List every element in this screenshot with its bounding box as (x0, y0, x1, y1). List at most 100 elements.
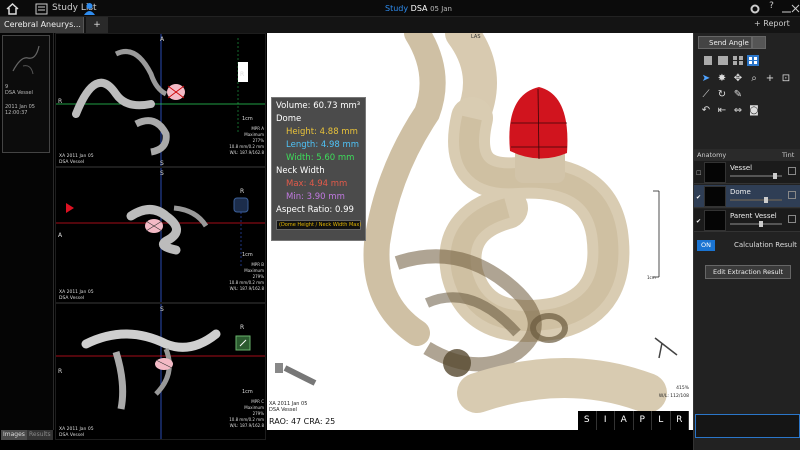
layout-grid-icon[interactable] (747, 55, 759, 66)
crop-icon[interactable]: ⊡ (780, 73, 792, 85)
mpr-c-scale: 1cm (242, 389, 253, 395)
mpr-a-wl: W/L: 187.9/162.8 (229, 150, 264, 155)
edit-extraction-button[interactable]: Edit Extraction Result (705, 265, 791, 279)
help-icon[interactable]: ? (764, 1, 779, 16)
mpr-view-b[interactable]: S A R 1cm MPR B Maximum 279% 10.8 mm/0.2… (55, 167, 266, 303)
settings-icon[interactable] (748, 1, 763, 16)
reset-icon[interactable]: ⇤ (716, 105, 728, 117)
measurement-panel[interactable]: Volume: 60.73 mm³ Dome Height: 4.88 mm L… (271, 97, 366, 241)
study-list-icon[interactable] (34, 1, 49, 16)
mpr-a-study-series: DSA Vessel (59, 159, 85, 165)
parent-vessel-visibility-checkbox[interactable]: ✔ (696, 218, 701, 225)
scale-label: 1cm (647, 275, 656, 280)
rotate-icon[interactable]: ↻ (716, 89, 728, 101)
mpr-a-info: MPR A Maximum 277% 10.8 mm/0.2 mm W/L: 1… (224, 126, 264, 156)
vessel-tint-swatch[interactable] (788, 167, 796, 175)
volume-row: Volume: 60.73 mm³ (276, 101, 361, 114)
crosshair-icon[interactable]: + (764, 73, 776, 85)
anatomy-header: Anatomy Tint (694, 149, 800, 161)
orientation-buttons: S I A P L R (578, 411, 689, 430)
volume-render-view[interactable]: LAS 1cm Volume: 60.73 mm³ Dome Height: 4… (267, 33, 693, 430)
dome-visibility-checkbox[interactable]: ✔ (696, 194, 701, 201)
view3d-study-info: XA 2011 Jan 05 DSA Vessel (269, 401, 307, 413)
study-title: Study DSA 05 Jan (385, 4, 452, 13)
mpr-b-study: XA 2011 Jan 05 DSA Vessel (59, 290, 94, 301)
height-label: Height: (286, 127, 317, 137)
neck-min-label: Min: (286, 192, 304, 202)
measure-icon[interactable]: ⟋ (700, 89, 712, 101)
anatomy-item-vessel[interactable]: ☐ Vessel (694, 161, 800, 184)
orient-r-button[interactable]: R (671, 411, 689, 430)
mpr-c-left-label: R (58, 368, 63, 375)
undo-icon[interactable]: ↶ (700, 105, 712, 117)
report-button[interactable]: + Report (754, 19, 790, 28)
snapshot-icon[interactable]: ◙ (748, 105, 760, 117)
series-thumbnail[interactable]: 9 DSA Vessel 2011 Jan 05 12:00:37 (2, 35, 50, 153)
orient-i-button[interactable]: I (597, 411, 615, 430)
neck-min-row: Min: 3.90 mm (276, 192, 361, 205)
vessel-visibility-checkbox[interactable]: ☐ (696, 170, 701, 177)
anatomy-item-dome[interactable]: ✔ Dome (694, 185, 800, 208)
camera-angle-icon[interactable] (752, 36, 766, 49)
layout-1x1-icon[interactable] (717, 55, 729, 66)
calculation-toggle[interactable]: ON (697, 240, 715, 251)
flip-icon[interactable]: ⇔ (732, 105, 744, 117)
parent-vessel-opacity-knob[interactable] (758, 221, 763, 227)
window-level-icon[interactable]: ✸ (716, 73, 728, 85)
mpr-b-scale: 1cm (242, 252, 253, 258)
view3d-info: 415% W/L: 112/108 (635, 385, 689, 401)
anatomy-item-parent-vessel[interactable]: ✔ Parent Vessel (694, 209, 800, 232)
parent-vessel-tint-swatch[interactable] (788, 215, 796, 223)
study-name: DSA (410, 4, 428, 13)
mpr-b-right-label: R (240, 188, 245, 195)
close-icon[interactable] (789, 1, 800, 16)
send-angle-button[interactable]: Send Angle (698, 36, 752, 49)
dome-opacity-slider[interactable] (730, 199, 782, 201)
tab-results[interactable]: Results (27, 430, 53, 440)
mpr-b-wl: W/L: 187.9/162.8 (229, 286, 264, 291)
mpr-view-a[interactable]: A R S R 1cm MPR A Maximum 277% 10.8 mm/0… (55, 33, 266, 167)
new-tab-button[interactable]: + (86, 17, 108, 33)
parent-vessel-name: Parent Vessel (730, 212, 777, 220)
series-thumbnail-column: 9 DSA Vessel 2011 Jan 05 12:00:37 (0, 33, 54, 430)
orient-a-button[interactable]: A (615, 411, 634, 430)
dome-tint-swatch[interactable] (788, 191, 796, 199)
width-value: 5.60 mm (316, 153, 355, 163)
dome-opacity-knob[interactable] (763, 197, 768, 203)
pointer-icon[interactable]: ➤ (700, 73, 712, 85)
mpr-c-study: XA 2011 Jan 05 DSA Vessel (59, 427, 94, 438)
orient-p-button[interactable]: P (634, 411, 652, 430)
mpr-a-left-label: R (58, 98, 63, 105)
pan-icon[interactable]: ✥ (732, 73, 744, 85)
home-icon[interactable] (5, 1, 20, 16)
neck-max-row: Max: 4.94 mm (276, 179, 361, 192)
mpr-b-info: MPR B Maximum 279% 10.8 mm/0.2 mm W/L: 1… (224, 262, 264, 292)
status-box (695, 414, 800, 438)
bottom-tabs: Images Results (0, 430, 54, 442)
parent-vessel-opacity-slider[interactable] (730, 223, 782, 225)
tab-images[interactable]: Images (1, 430, 27, 440)
sculpt-icon[interactable]: ✎ (732, 89, 744, 101)
dome-heading: Dome (276, 114, 302, 124)
parent-vessel-thumbnail (704, 210, 726, 231)
mpr-a-right-label: R (240, 71, 245, 78)
mpr-a-scale: 1cm (242, 116, 253, 122)
tab-cerebral-aneurysm[interactable]: Cerebral Aneurys... (0, 17, 84, 33)
mpr-c-study-series: DSA Vessel (59, 432, 85, 438)
view3d-zoom[interactable]: 415% (635, 385, 689, 393)
orient-l-button[interactable]: L (652, 411, 671, 430)
neck-max-value: 4.94 mm (309, 179, 348, 189)
calculation-result-label: Calculation Result (734, 241, 797, 249)
layout-2x2-icon[interactable] (732, 55, 744, 66)
mpr-a-study-date: XA 2011 Jan 05 (59, 154, 94, 159)
user-icon[interactable] (82, 1, 97, 16)
width-row: Width: 5.60 mm (276, 153, 361, 166)
view3d-study-series: DSA Vessel (269, 407, 297, 413)
study-prefix: Study (385, 4, 409, 13)
zoom-icon[interactable]: ⌕ (748, 73, 760, 85)
layout-single-icon[interactable] (702, 55, 714, 66)
vessel-opacity-knob[interactable] (773, 173, 778, 179)
mpr-view-c[interactable]: S R R 1cm MPR C Maximum 279% 10.8 mm/0.2… (55, 303, 266, 440)
neck-min-value: 3.90 mm (306, 192, 345, 202)
orient-s-button[interactable]: S (578, 411, 597, 430)
